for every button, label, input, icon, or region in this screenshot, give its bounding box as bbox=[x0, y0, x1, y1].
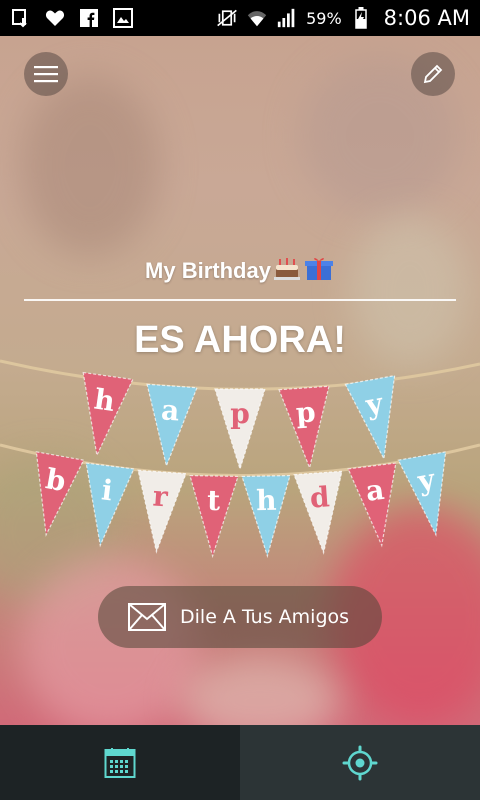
birthday-background: My Birthday ES AHORA! happy birthday Dil… bbox=[0, 36, 480, 725]
bunting-letter: h bbox=[256, 484, 277, 517]
bunting-letter: a bbox=[160, 393, 180, 427]
gear-icon bbox=[342, 745, 378, 780]
bunting-letter: p bbox=[295, 395, 317, 429]
battery-percent: 59% bbox=[306, 8, 342, 28]
share-button-label: Dile A Tus Amigos bbox=[180, 606, 350, 628]
bunting-flag: a bbox=[347, 462, 397, 548]
menu-button[interactable] bbox=[24, 52, 68, 96]
vibrate-mute-icon bbox=[216, 7, 238, 29]
calendar-tab[interactable] bbox=[0, 725, 240, 800]
bunting-letter: d bbox=[309, 480, 331, 514]
bunting-flag: t bbox=[189, 474, 239, 559]
bunting-flag: d bbox=[293, 470, 343, 555]
bunting-letter: t bbox=[207, 484, 221, 517]
bunting-flag: h bbox=[241, 474, 291, 559]
bunting-letter: p bbox=[230, 397, 250, 430]
bunting-flag: p bbox=[214, 388, 266, 472]
envelope-icon bbox=[128, 603, 166, 631]
edit-button[interactable] bbox=[411, 52, 455, 96]
bunting-flag: y bbox=[397, 451, 447, 537]
pencil-icon bbox=[423, 64, 443, 84]
share-button[interactable]: Dile A Tus Amigos bbox=[98, 586, 382, 648]
cake-gift-icons bbox=[273, 254, 335, 287]
clock: 8:06 AM bbox=[383, 6, 470, 30]
title-divider bbox=[24, 299, 456, 301]
bunting-flag: y bbox=[344, 374, 396, 461]
bottom-nav bbox=[0, 725, 480, 800]
bunting-flag: b bbox=[35, 451, 85, 537]
signal-icon bbox=[276, 7, 298, 29]
settings-tab[interactable] bbox=[240, 725, 480, 800]
bunting-flag: i bbox=[85, 462, 135, 548]
page-title: My Birthday bbox=[145, 257, 271, 283]
image-icon bbox=[112, 7, 134, 29]
bunting-flag: h bbox=[82, 371, 134, 458]
status-bar: 59% 8:06 AM bbox=[0, 0, 480, 36]
bunting-flag: a bbox=[146, 383, 198, 468]
facebook-icon bbox=[78, 7, 100, 29]
bunting-row-1: happy bbox=[82, 371, 396, 472]
battery-icon bbox=[350, 7, 372, 29]
heart-icon bbox=[44, 7, 66, 29]
bunting-flag: r bbox=[137, 469, 187, 554]
bunting-flag: p bbox=[278, 385, 330, 470]
hamburger-menu-icon bbox=[34, 66, 58, 83]
download-icon bbox=[10, 7, 32, 29]
title-row: My Birthday bbox=[0, 254, 480, 287]
happy-birthday-bunting: happy birthday bbox=[0, 359, 480, 559]
wifi-icon bbox=[246, 7, 268, 29]
calendar-icon bbox=[104, 747, 136, 778]
